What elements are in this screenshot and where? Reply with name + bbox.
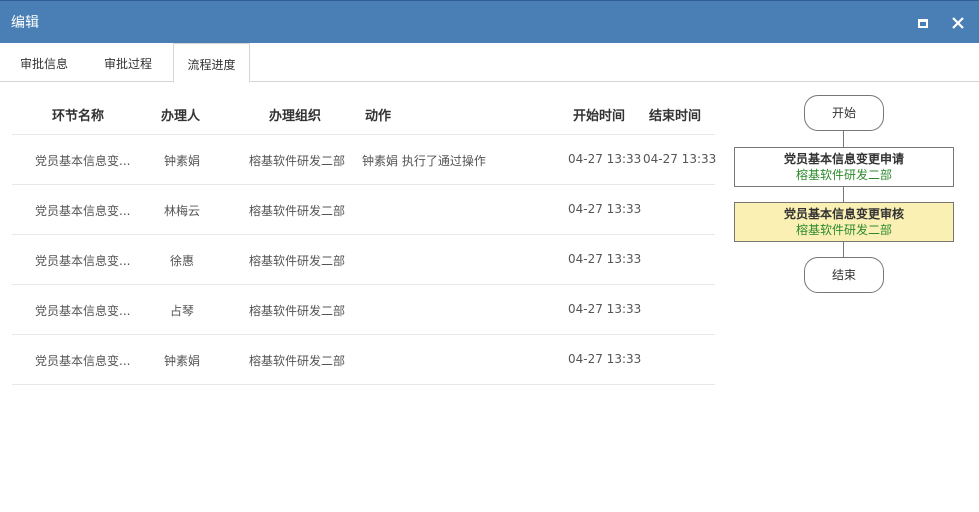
flow-step-title: 党员基本信息变更申请 (783, 152, 904, 166)
header-handler: 办理人 (161, 109, 201, 124)
cell-start-time: 04-27 13:33 (568, 252, 642, 266)
maximize-button[interactable] (913, 13, 933, 33)
close-button[interactable] (948, 13, 968, 33)
table-row[interactable]: 占琴 党员基本信息变... 榕基软件研发二部 04-27 13:33 (12, 285, 715, 335)
flow-step-title: 党员基本信息变更审核 (783, 207, 904, 221)
cell-handler: 林梅云 (164, 204, 201, 218)
cell-node-name: 党员基本信息变... (35, 204, 131, 218)
window-titlebar: 编辑 (0, 0, 979, 43)
cell-start-time: 04-27 13:33 (568, 152, 642, 166)
flow-step-org: 榕基软件研发二部 (795, 223, 892, 237)
cell-node-name: 党员基本信息变... (35, 304, 131, 318)
flow-connector (843, 242, 844, 257)
cell-org: 榕基软件研发二部 (249, 204, 346, 218)
flow-diagram: 开始 党员基本信息变更申请 榕基软件研发二部 党员基本信息变更审核 榕基软件研发… (734, 95, 954, 295)
table-row[interactable]: 党员基本信息变... 钟素娟 榕基软件研发二部 04-27 13:33 (12, 335, 715, 385)
tab-bar: 审批信息 审批过程 流程进度 (0, 43, 979, 83)
header-end-time: 结束时间 (649, 109, 702, 124)
window-title: 编辑 (11, 15, 39, 31)
cell-org: 榕基软件研发二部 (249, 354, 346, 368)
tab-approval-process[interactable]: 审批过程 (92, 43, 164, 82)
table-row[interactable]: 党员基本信息变... 林梅云 榕基软件研发二部 04-27 13:33 (12, 185, 715, 235)
cell-org: 榕基软件研发二部 (249, 154, 346, 168)
flow-end-node: 结束 (804, 257, 884, 293)
cell-handler: 徐惠 (170, 254, 195, 268)
flow-start-node: 开始 (804, 95, 884, 131)
header-node-name: 环节名称 (52, 109, 105, 124)
cell-handler: 钟素娟 (164, 354, 201, 368)
cell-org: 榕基软件研发二部 (249, 254, 346, 268)
cell-org: 榕基软件研发二部 (249, 304, 346, 318)
flow-connector (843, 131, 844, 147)
cell-node-name: 党员基本信息变... (35, 354, 131, 368)
header-action: 动作 (365, 109, 392, 124)
tab-flow-progress[interactable]: 流程进度 (173, 43, 250, 83)
progress-table: 环节名称 办理人 办理组织 动作 开始时间 结束时间 党员基本信息变... 钟素… (12, 94, 717, 385)
cell-node-name: 党员基本信息变... (35, 154, 131, 168)
cell-handler: 钟素娟 (164, 154, 201, 168)
cell-start-time: 04-27 13:33 (568, 302, 642, 316)
cell-node-name: 党员基本信息变... (35, 254, 131, 268)
flow-step-org: 榕基软件研发二部 (795, 168, 892, 182)
cell-start-time: 04-27 13:33 (568, 202, 642, 216)
flow-connector (843, 187, 844, 202)
header-org: 办理组织 (269, 109, 322, 124)
close-icon (952, 17, 964, 29)
cell-handler: 占琴 (170, 304, 195, 318)
header-start-time: 开始时间 (573, 109, 626, 124)
cell-end-time: 04-27 13:33 (643, 152, 717, 166)
table-row[interactable]: 党员基本信息变... 徐惠 榕基软件研发二部 04-27 13:33 (12, 235, 715, 285)
table-header: 环节名称 办理人 办理组织 动作 开始时间 结束时间 (12, 94, 715, 135)
cell-start-time: 04-27 13:33 (568, 352, 642, 366)
table-row[interactable]: 党员基本信息变... 钟素娟 榕基软件研发二部 钟素娟 执行了通过操作 04-2… (12, 135, 717, 185)
cell-action: 钟素娟 执行了通过操作 (362, 154, 486, 168)
flow-step-review-current: 党员基本信息变更审核 榕基软件研发二部 (734, 202, 954, 242)
tab-approval-info[interactable]: 审批信息 (8, 43, 80, 82)
flow-step-apply: 党员基本信息变更申请 榕基软件研发二部 (734, 147, 954, 187)
maximize-icon (918, 18, 928, 28)
